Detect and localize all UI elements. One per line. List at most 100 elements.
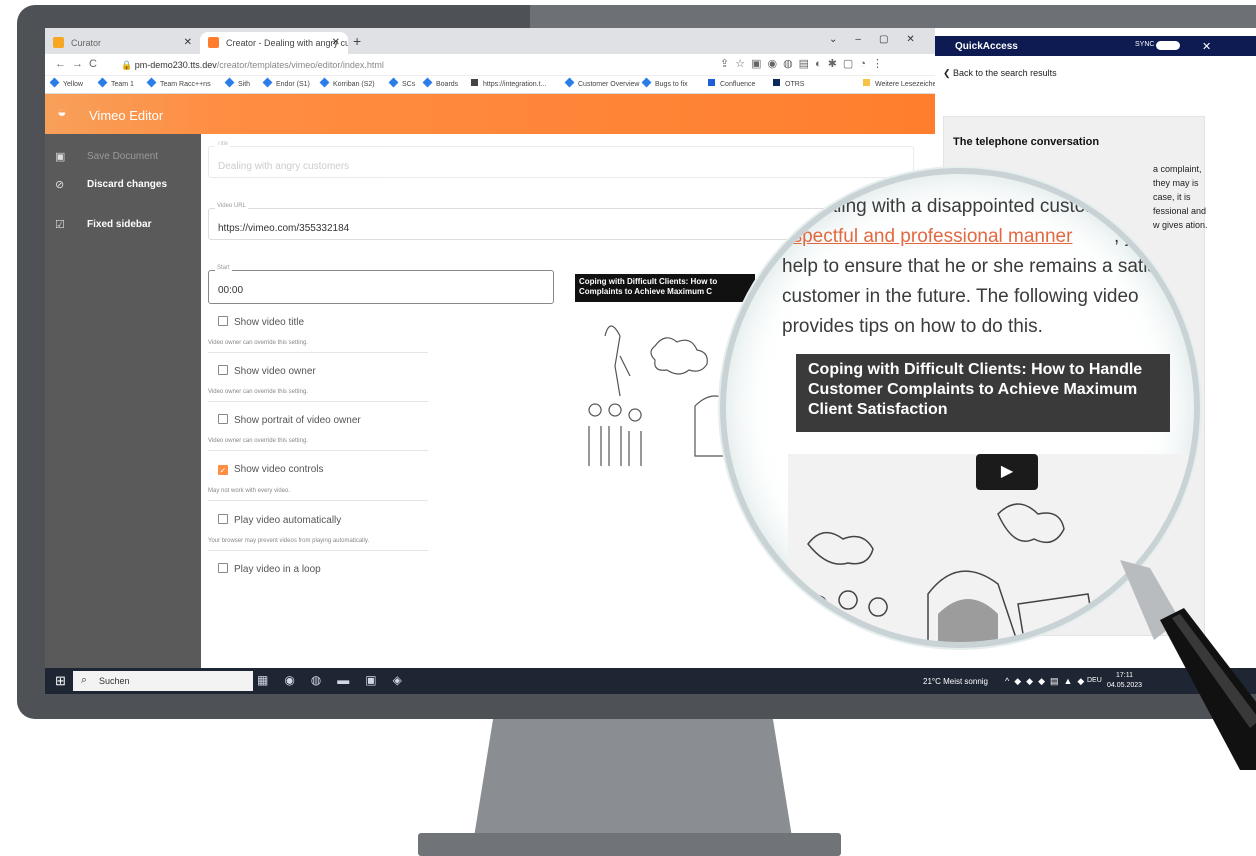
bookmark-icon (422, 77, 433, 88)
checkbox-label: Play video automatically (234, 515, 342, 526)
bookmark[interactable]: Korriban (S2) (319, 77, 375, 88)
nav-buttons[interactable]: ←→C (55, 58, 103, 70)
checkbox-label: Show video title (234, 317, 305, 328)
field-value: https://vimeo.com/355332184 (218, 223, 350, 234)
magnifier-handle (1120, 560, 1256, 770)
new-tab-icon[interactable]: + (353, 33, 361, 49)
app-logo-icon: ◒ (57, 104, 67, 121)
bookmark-label: Bugs to fix (655, 81, 688, 88)
bookmark-icon (224, 77, 235, 88)
weather-widget[interactable]: 21°C Meist sonnig (923, 677, 988, 686)
fixed-sidebar-toggle[interactable]: Fixed sidebar (87, 219, 151, 230)
show-portrait-checkbox[interactable]: Show portrait of video owner (218, 414, 361, 426)
divider (208, 550, 428, 551)
bookmark-icon (97, 77, 108, 88)
play-icon[interactable]: ▶ (976, 454, 1038, 490)
checkbox-icon: ☑ (55, 219, 65, 231)
discard-changes-button[interactable]: Discard changes (87, 179, 167, 190)
option-hint: Video owner can override this setting. (208, 389, 308, 395)
checkbox[interactable] (218, 563, 228, 573)
checkbox[interactable] (218, 514, 228, 524)
bookmark-icon (388, 77, 399, 88)
windows-start-icon[interactable]: ⊞ (55, 673, 66, 689)
bookmark[interactable]: Customer Overview (564, 77, 639, 88)
bookmark-icon (641, 77, 652, 88)
url-host: pm-demo230.tts.dev (134, 60, 217, 70)
tab-curator[interactable]: Curator ✕ (45, 32, 200, 54)
system-tray-icons[interactable]: ^◆◆◆▤▲◆ (1005, 676, 1089, 687)
monitor-stand (474, 719, 792, 837)
bookmark-icon (146, 77, 157, 88)
article-title: The telephone conversation (953, 136, 1100, 148)
url-field[interactable]: 🔒 pm-demo230.tts.dev/creator/templates/v… (121, 60, 384, 71)
magnified-text: customer in the future. The following vi… (782, 286, 1139, 307)
play-automatically-checkbox[interactable]: Play video automatically (218, 514, 341, 526)
checkbox[interactable] (218, 414, 228, 424)
close-icon[interactable]: ✕ (1202, 40, 1211, 53)
bookmark[interactable]: Confluence (708, 79, 755, 88)
bookmark-icon (319, 77, 330, 88)
start-field[interactable]: Start 00:00 (208, 265, 554, 304)
bookmark-label: Confluence (720, 81, 756, 88)
field-label: Start (215, 265, 232, 271)
save-document-button[interactable]: Save Document (87, 151, 158, 162)
taskbar-apps[interactable]: ▦◉◍▬▣◈ (257, 673, 418, 687)
show-video-owner-checkbox[interactable]: Show video owner (218, 365, 316, 377)
language-indicator[interactable]: DEU (1087, 677, 1102, 684)
checkbox-label: Show video controls (234, 464, 324, 475)
app-title: Vimeo Editor (89, 108, 164, 123)
checkbox-label: Show portrait of video owner (234, 415, 361, 426)
bookmark-folder[interactable]: Weitere Lesezeichen (863, 79, 940, 88)
magnified-text: , you (1114, 226, 1156, 247)
search-label: Suchen (99, 676, 130, 686)
sync-toggle[interactable] (1156, 41, 1180, 50)
bookmark[interactable]: Endor (S1) (262, 77, 310, 88)
creator-icon (208, 37, 219, 48)
bookmark-label: SCs (402, 81, 416, 88)
save-icon: ▣ (55, 151, 66, 163)
show-video-title-checkbox[interactable]: Show video title (218, 316, 304, 328)
option-hint: Your browser may prevent videos from pla… (208, 538, 370, 544)
checkbox-checked[interactable]: ✓ (218, 465, 228, 475)
magnified-link[interactable]: espectful and professional manner (782, 226, 1072, 248)
field-label: Title (215, 141, 231, 147)
bookmark[interactable]: https://integration.t... (471, 79, 546, 88)
taskbar-search[interactable]: ⌕ Suchen (73, 671, 253, 691)
tts-icon (773, 79, 780, 86)
quickaccess-title: QuickAccess (955, 41, 1018, 52)
close-icon[interactable]: ✕ (332, 37, 340, 48)
bookmark[interactable]: Bugs to fix (641, 77, 688, 88)
bookmark[interactable]: SCs (388, 77, 416, 88)
bookmark-label: https://integration.t... (483, 81, 547, 88)
option-hint: Video owner can override this setting. (208, 340, 308, 346)
close-icon[interactable]: ✕ (184, 37, 192, 48)
sidebar (45, 134, 201, 668)
stage: Curator ✕ Creator - Dealing with angry c… (0, 0, 1256, 856)
bookmark-icon (49, 77, 60, 88)
bookmark[interactable]: Team 1 (97, 77, 134, 88)
bookmark-label: OTRS (785, 81, 805, 88)
folder-icon (863, 79, 870, 86)
bookmark-label: Team Racc++ns (160, 81, 211, 88)
bookmark[interactable]: Yellow (49, 77, 83, 88)
window-controls[interactable]: ⌄–▢✕ (829, 34, 933, 45)
bookmark-icon (471, 79, 478, 86)
play-in-loop-checkbox[interactable]: Play video in a loop (218, 563, 321, 575)
bookmark[interactable]: Sith (224, 77, 250, 88)
back-to-results-link[interactable]: ❮ Back to the search results (943, 68, 1057, 79)
tab-creator[interactable]: Creator - Dealing with angry cus ✕ (200, 32, 348, 54)
extension-icons[interactable]: ⇪☆▣◉◍▤◐✱▢◔⋮ (720, 57, 889, 70)
bookmark[interactable]: Boards (422, 77, 458, 88)
field-label: Video URL (215, 203, 248, 209)
search-icon: ⌕ (81, 674, 88, 686)
checkbox-label: Play video in a loop (234, 564, 321, 575)
divider (208, 352, 428, 353)
checkbox[interactable] (218, 365, 228, 375)
magnified-text: help to ensure that he or she remains a … (782, 256, 1167, 277)
url-path: /creator/templates/vimeo/editor/index.ht… (216, 60, 384, 70)
show-video-controls-checkbox[interactable]: ✓ Show video controls (218, 464, 324, 475)
checkbox[interactable] (218, 316, 228, 326)
bookmark[interactable]: Team Racc++ns (146, 77, 211, 88)
bookmark[interactable]: OTRS (773, 79, 804, 88)
bookmark-label: Endor (S1) (276, 81, 310, 88)
